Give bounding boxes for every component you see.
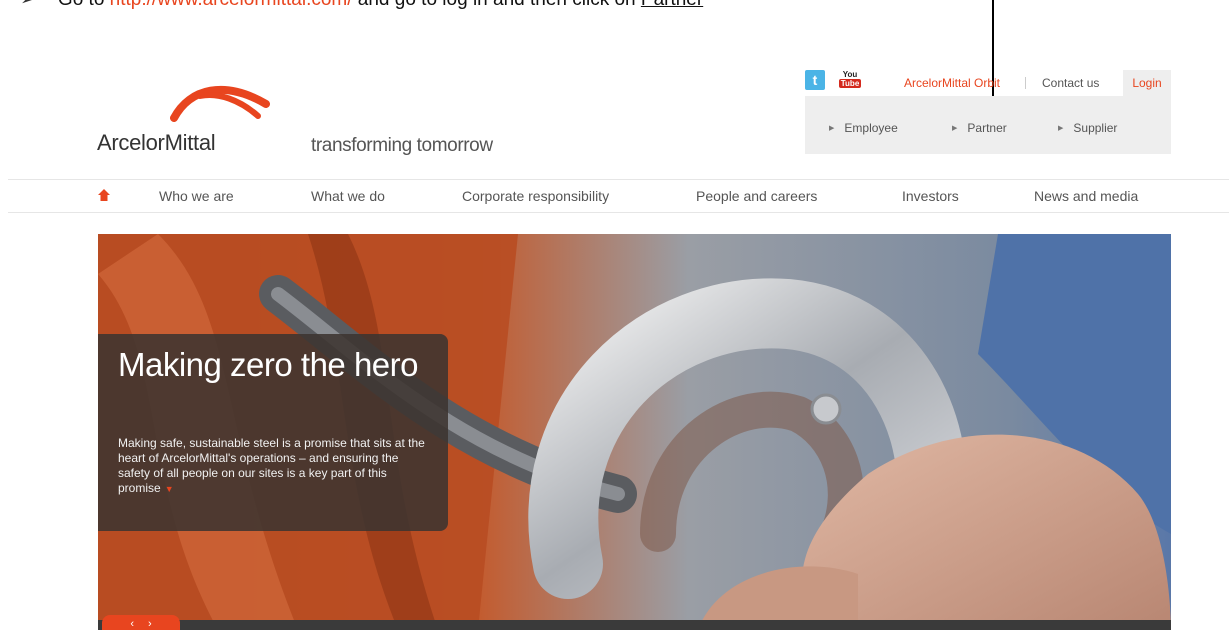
slider-controls: ‹ › — [102, 615, 180, 630]
login-option-label: Employee — [844, 121, 898, 135]
login-option-supplier[interactable]: ▶ Supplier — [1058, 121, 1117, 135]
slider-track — [98, 620, 1171, 630]
utility-divider — [1025, 77, 1026, 89]
utility-bar: t You Tube ArcelorMittal Orbit Contact u… — [805, 70, 1171, 96]
arcelormittal-logo-mark-icon[interactable] — [170, 78, 270, 126]
nav-item-what-we-do[interactable]: What we do — [311, 188, 385, 204]
triangle-right-icon: ▶ — [829, 125, 835, 132]
triangle-right-icon: ▶ — [1058, 125, 1064, 132]
triangle-right-icon: ▶ — [952, 125, 958, 132]
contact-us-link[interactable]: Contact us — [1042, 76, 1099, 90]
youtube-icon[interactable]: You Tube — [838, 70, 862, 92]
nav-item-corporate-responsibility[interactable]: Corporate responsibility — [462, 188, 609, 204]
brand-name[interactable]: ArcelorMittal — [97, 130, 216, 156]
main-nav: Who we are What we do Corporate responsi… — [8, 179, 1229, 213]
brand-tagline: transforming tomorrow — [311, 135, 493, 156]
slider-next-button[interactable]: › — [148, 618, 152, 630]
hero-banner[interactable]: Making zero the hero Making safe, sustai… — [98, 234, 1171, 630]
login-tab[interactable]: Login — [1123, 70, 1171, 96]
login-option-employee[interactable]: ▶ Employee — [829, 121, 898, 135]
nav-item-news-and-media[interactable]: News and media — [1034, 188, 1138, 204]
instruction-text: ➢ Go to http://www.arcelormittal.com/ and… — [20, 0, 703, 11]
nav-item-investors[interactable]: Investors — [902, 188, 959, 204]
hero-body: Making safe, sustainable steel is a prom… — [118, 436, 428, 497]
login-dropdown-panel: ▶ Employee ▶ Partner ▶ Supplier — [805, 96, 1171, 154]
instruction-prefix: Go to — [58, 0, 110, 10]
nav-item-who-we-are[interactable]: Who we are — [159, 188, 234, 204]
login-option-partner[interactable]: ▶ Partner — [952, 121, 1007, 135]
twitter-icon[interactable]: t — [805, 70, 825, 90]
youtube-bottom-text: Tube — [838, 79, 862, 88]
slider-prev-button[interactable]: ‹ — [130, 618, 134, 630]
instruction-target: Partner — [641, 0, 703, 10]
hero-title: Making zero the hero — [118, 346, 419, 383]
instruction-middle: and go to log in and then click on — [353, 0, 641, 10]
login-option-label: Partner — [967, 121, 1007, 135]
youtube-top-text: You — [842, 70, 858, 79]
instruction-url-link[interactable]: http://www.arcelormittal.com/ — [110, 0, 353, 10]
nav-item-people-and-careers[interactable]: People and careers — [696, 188, 817, 204]
hero-caption-box: Making zero the hero Making safe, sustai… — [98, 334, 448, 531]
bullet-icon: ➢ — [20, 0, 36, 10]
read-more-arrow-icon[interactable]: ▼ — [165, 484, 174, 494]
home-icon[interactable] — [97, 188, 111, 202]
orbit-link[interactable]: ArcelorMittal Orbit — [904, 76, 1000, 90]
login-option-label: Supplier — [1073, 121, 1118, 135]
